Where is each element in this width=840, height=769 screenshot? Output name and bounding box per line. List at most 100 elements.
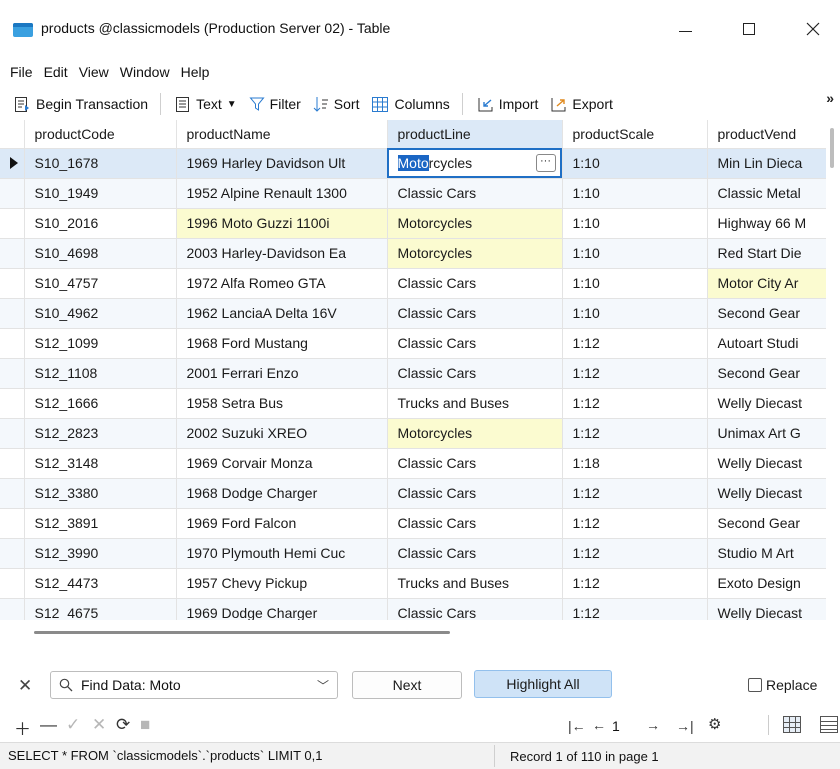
cell-productscale[interactable]: 1:12 — [562, 508, 708, 539]
first-page-icon[interactable]: |← — [568, 718, 586, 734]
menu-edit[interactable]: Edit — [44, 64, 68, 80]
cell-productline[interactable]: Classic Cars — [387, 358, 563, 389]
cell-productname[interactable]: 2002 Suzuki XREO — [176, 418, 388, 449]
table-row[interactable]: S12_3380 1968 Dodge Charger Classic Cars 1:… — [0, 478, 826, 509]
row-header[interactable] — [0, 298, 25, 329]
cell-productname[interactable]: 1969 Dodge Charger — [176, 598, 388, 620]
table-row[interactable]: S12_3990 1970 Plymouth Hemi Cuc Classic Ca… — [0, 538, 826, 569]
cell-productname[interactable]: 1958 Setra Bus — [176, 388, 388, 419]
cell-productname[interactable]: 1969 Harley Davidson Ult — [176, 148, 388, 179]
cell-productcode[interactable]: S12_2823 — [24, 418, 177, 449]
cell-productcode[interactable]: S12_3380 — [24, 478, 177, 509]
cell-productline[interactable]: Classic Cars — [387, 448, 563, 479]
refresh-icon[interactable]: ⟳ — [116, 715, 130, 735]
menu-window[interactable]: Window — [120, 64, 170, 80]
text-button[interactable]: Text ▼ — [175, 96, 237, 113]
cell-productvendor[interactable]: Second Gear — [707, 358, 826, 389]
cell-productcode[interactable]: S10_1678 — [24, 148, 177, 179]
cell-productline[interactable]: Classic Cars — [387, 178, 563, 209]
cell-productvendor[interactable]: Second Gear — [707, 298, 826, 329]
stop-icon[interactable]: ■ — [140, 715, 150, 735]
cell-productcode[interactable]: S12_3891 — [24, 508, 177, 539]
cell-productvendor[interactable]: Highway 66 M — [707, 208, 826, 239]
export-button[interactable]: Export — [550, 96, 613, 113]
vertical-scrollbar[interactable] — [830, 128, 834, 168]
begin-transaction-button[interactable]: Begin Transaction — [14, 96, 148, 113]
row-header[interactable] — [0, 538, 25, 569]
cell-productline[interactable]: Classic Cars — [387, 478, 563, 509]
cell-productcode[interactable]: S12_3148 — [24, 448, 177, 479]
cell-productscale[interactable]: 1:12 — [562, 478, 708, 509]
cell-productname[interactable]: 1968 Ford Mustang — [176, 328, 388, 359]
last-page-icon[interactable]: →| — [676, 718, 694, 734]
apply-changes-icon[interactable]: ✓ — [66, 715, 80, 735]
cell-productline[interactable]: Motorcycles — [387, 238, 563, 269]
cell-productscale[interactable]: 1:12 — [562, 358, 708, 389]
cell-productvendor[interactable]: Studio M Art — [707, 538, 826, 569]
row-header[interactable] — [0, 448, 25, 479]
previous-page-icon[interactable]: ← — [592, 717, 606, 733]
gear-icon[interactable]: ⚙ — [708, 715, 721, 733]
cell-productvendor[interactable]: Unimax Art G — [707, 418, 826, 449]
cell-productcode[interactable]: S12_3990 — [24, 538, 177, 569]
cell-editor-ellipsis-button[interactable]: ··· — [535, 153, 556, 172]
cell-productcode[interactable]: S10_1949 — [24, 178, 177, 209]
table-row[interactable]: S10_1678 1969 Harley Davidson Ult Motorcyc… — [0, 148, 826, 179]
row-header[interactable] — [0, 598, 25, 620]
cell-productcode[interactable]: S10_4757 — [24, 268, 177, 299]
cell-productcode[interactable]: S12_1666 — [24, 388, 177, 419]
row-header[interactable] — [0, 358, 25, 389]
cell-productline[interactable]: Classic Cars — [387, 508, 563, 539]
cell-productline[interactable]: Classic Cars — [387, 268, 563, 299]
cell-productvendor[interactable]: Motor City Ar — [707, 268, 826, 299]
cell-productcode[interactable]: S10_2016 — [24, 208, 177, 239]
cell-productscale[interactable]: 1:18 — [562, 448, 708, 479]
cell-productline[interactable]: Classic Cars — [387, 538, 563, 569]
row-header[interactable] — [0, 478, 25, 509]
page-number[interactable]: 1 — [612, 718, 620, 734]
column-header-productcode[interactable]: productCode — [24, 120, 177, 149]
cell-productname[interactable]: 1952 Alpine Renault 1300 — [176, 178, 388, 209]
highlight-all-button[interactable]: Highlight All — [474, 670, 612, 698]
grid-view-icon[interactable] — [783, 716, 801, 733]
cell-productname[interactable]: 2003 Harley-Davidson Ea — [176, 238, 388, 269]
cell-productvendor[interactable]: Welly Diecast — [707, 478, 826, 509]
maximize-button[interactable] — [726, 14, 772, 44]
cell-productvendor[interactable]: Welly Diecast — [707, 598, 826, 620]
chevron-down-icon[interactable]: ﹀ — [317, 677, 329, 694]
row-header[interactable] — [0, 568, 25, 599]
column-header-productvendor[interactable]: productVend — [707, 120, 826, 149]
table-row[interactable]: S12_2823 2002 Suzuki XREO Motorcycles 1:12 U… — [0, 418, 826, 449]
toolbar-overflow-icon[interactable]: » — [826, 90, 834, 106]
row-header[interactable] — [0, 208, 25, 239]
cell-productname[interactable]: 1996 Moto Guzzi 1100i — [176, 208, 388, 239]
find-input[interactable] — [81, 677, 301, 693]
cell-productcode[interactable]: S12_1099 — [24, 328, 177, 359]
table-row[interactable]: S10_2016 1996 Moto Guzzi 1100i Motorcycles… — [0, 208, 826, 239]
data-grid[interactable]: productCode productName productLine prod… — [0, 120, 826, 620]
cell-productscale[interactable]: 1:12 — [562, 328, 708, 359]
cell-productname[interactable]: 1972 Alfa Romeo GTA — [176, 268, 388, 299]
cell-productcode[interactable]: S10_4962 — [24, 298, 177, 329]
row-header[interactable] — [0, 508, 25, 539]
cell-productcode[interactable]: S12_1108 — [24, 358, 177, 389]
cell-productname[interactable]: 1970 Plymouth Hemi Cuc — [176, 538, 388, 569]
table-row[interactable]: S12_1666 1958 Setra Bus Trucks and Buses 1:… — [0, 388, 826, 419]
cell-productvendor[interactable]: Welly Diecast — [707, 388, 826, 419]
column-header-productline[interactable]: productLine — [387, 120, 563, 149]
minimize-button[interactable] — [662, 14, 708, 44]
cell-productscale[interactable]: 1:10 — [562, 208, 708, 239]
cell-productscale[interactable]: 1:10 — [562, 298, 708, 329]
table-row[interactable]: S12_1099 1968 Ford Mustang Classic Cars 1:1… — [0, 328, 826, 359]
cell-productvendor[interactable]: Classic Metal — [707, 178, 826, 209]
table-row[interactable]: S12_4675 1969 Dodge Charger Classic Cars 1:… — [0, 598, 826, 620]
cell-productscale[interactable]: 1:10 — [562, 268, 708, 299]
column-header-productname[interactable]: productName — [176, 120, 388, 149]
cell-productvendor[interactable]: Red Start Die — [707, 238, 826, 269]
next-button[interactable]: Next — [352, 671, 462, 699]
cell-productname[interactable]: 1969 Ford Falcon — [176, 508, 388, 539]
table-row[interactable]: S12_3148 1969 Corvair Monza Classic Cars 1:… — [0, 448, 826, 479]
cell-productvendor[interactable]: Welly Diecast — [707, 448, 826, 479]
row-header[interactable] — [0, 418, 25, 449]
cell-productscale[interactable]: 1:10 — [562, 148, 708, 179]
